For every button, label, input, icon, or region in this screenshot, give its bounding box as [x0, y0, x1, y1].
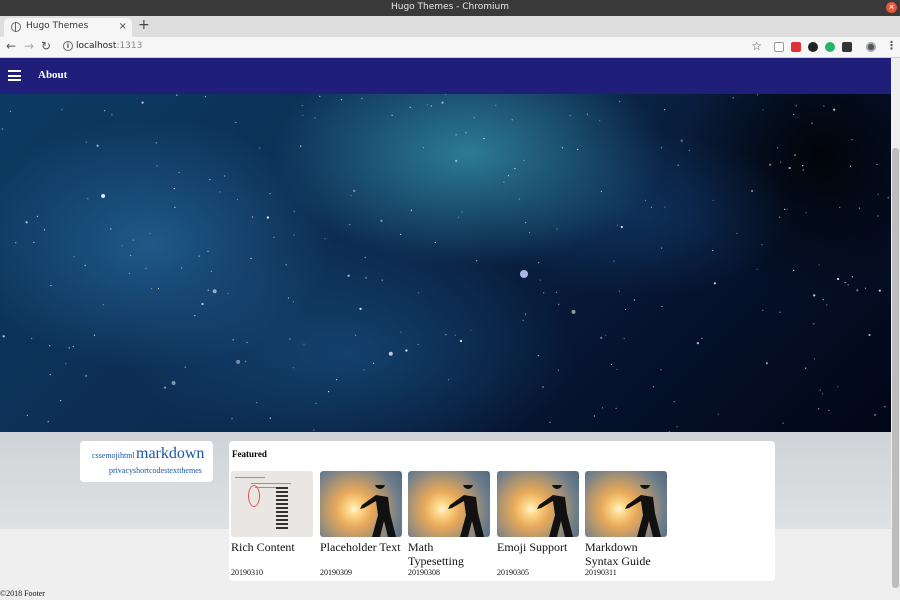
featured-section: Featured Rich Content 20190310 Placehold…: [229, 441, 775, 581]
hamburger-menu-icon[interactable]: [8, 70, 21, 81]
browser-toolbar: ← → ↻ i localhost:1313 ☆ ⋮: [0, 37, 900, 58]
browser-tab[interactable]: Hugo Themes ×: [4, 18, 132, 37]
featured-heading: Featured: [232, 449, 267, 459]
sunset-silhouette-thumbnail[interactable]: [585, 471, 667, 537]
nav-link-about[interactable]: About: [38, 69, 67, 81]
document-thumbnail[interactable]: [231, 471, 313, 537]
card-date: 20190308: [408, 568, 440, 577]
tab-label: Hugo Themes: [26, 21, 89, 31]
back-arrow-icon[interactable]: ←: [6, 39, 16, 53]
tag-link-small[interactable]: cssemojihtml: [92, 451, 135, 460]
address-bar[interactable]: i localhost:1313 ☆: [58, 39, 768, 56]
window-close-button[interactable]: ×: [886, 2, 897, 13]
scrollbar-thumb[interactable]: [892, 148, 899, 588]
featured-card[interactable]: Rich Content 20190310: [231, 471, 313, 577]
card-title[interactable]: Emoji Support: [497, 540, 579, 554]
card-title[interactable]: Rich Content: [231, 540, 313, 554]
bookmark-star-icon[interactable]: ☆: [751, 39, 762, 53]
url-text[interactable]: localhost:1313: [76, 41, 142, 51]
featured-card[interactable]: Emoji Support 20190305: [497, 471, 579, 577]
window-title: Hugo Themes - Chromium: [391, 2, 509, 12]
page-scrollbar[interactable]: [891, 58, 900, 600]
profile-avatar-icon[interactable]: [866, 42, 876, 52]
sunset-silhouette-thumbnail[interactable]: [408, 471, 490, 537]
globe-icon: [11, 22, 21, 32]
url-port: :1313: [116, 41, 143, 51]
new-tab-button[interactable]: +: [138, 17, 150, 33]
forward-arrow-icon[interactable]: →: [24, 39, 34, 53]
sunset-silhouette-thumbnail[interactable]: [497, 471, 579, 537]
reload-icon[interactable]: ↻: [41, 39, 51, 53]
extension-page-icon[interactable]: [774, 42, 784, 52]
site-navbar: About: [0, 58, 891, 94]
tab-close-icon[interactable]: ×: [119, 21, 127, 32]
card-date: 20190309: [320, 568, 352, 577]
site-info-icon[interactable]: i: [63, 41, 73, 51]
featured-card[interactable]: Markdown Syntax Guide 20190311: [585, 471, 667, 577]
browser-menu-icon[interactable]: ⋮: [886, 39, 897, 52]
url-host: localhost: [76, 41, 117, 51]
tag-cloud: cssemojihtml markdown privacyshortcodest…: [80, 441, 213, 482]
hero-starfield-image: [0, 94, 891, 432]
extension-red-icon[interactable]: [791, 42, 801, 52]
starfield: [1, 94, 889, 432]
extension-black-icon[interactable]: [842, 42, 852, 52]
extension-green-icon[interactable]: [825, 42, 835, 52]
card-date: 20190310: [231, 568, 263, 577]
window-titlebar: Hugo Themes - Chromium ×: [0, 0, 900, 16]
tag-link-markdown[interactable]: markdown: [136, 445, 204, 463]
footer-text: ©2018 Footer: [0, 589, 45, 598]
featured-card[interactable]: Placeholder Text 20190309: [320, 471, 402, 577]
extension-dark-icon[interactable]: [808, 42, 818, 52]
page-viewport: About cssemojihtml markdown privacyshort…: [0, 58, 891, 600]
card-title[interactable]: Math Typesetting: [408, 540, 490, 568]
card-date: 20190305: [497, 568, 529, 577]
sunset-silhouette-thumbnail[interactable]: [320, 471, 402, 537]
featured-card[interactable]: Math Typesetting 20190308: [408, 471, 490, 577]
card-date: 20190311: [585, 568, 617, 577]
tag-link-row-two[interactable]: privacyshortcodestextthemes: [109, 466, 202, 475]
card-title[interactable]: Placeholder Text: [320, 540, 402, 554]
tab-strip: Hugo Themes × +: [0, 16, 900, 37]
card-title[interactable]: Markdown Syntax Guide: [585, 540, 667, 568]
